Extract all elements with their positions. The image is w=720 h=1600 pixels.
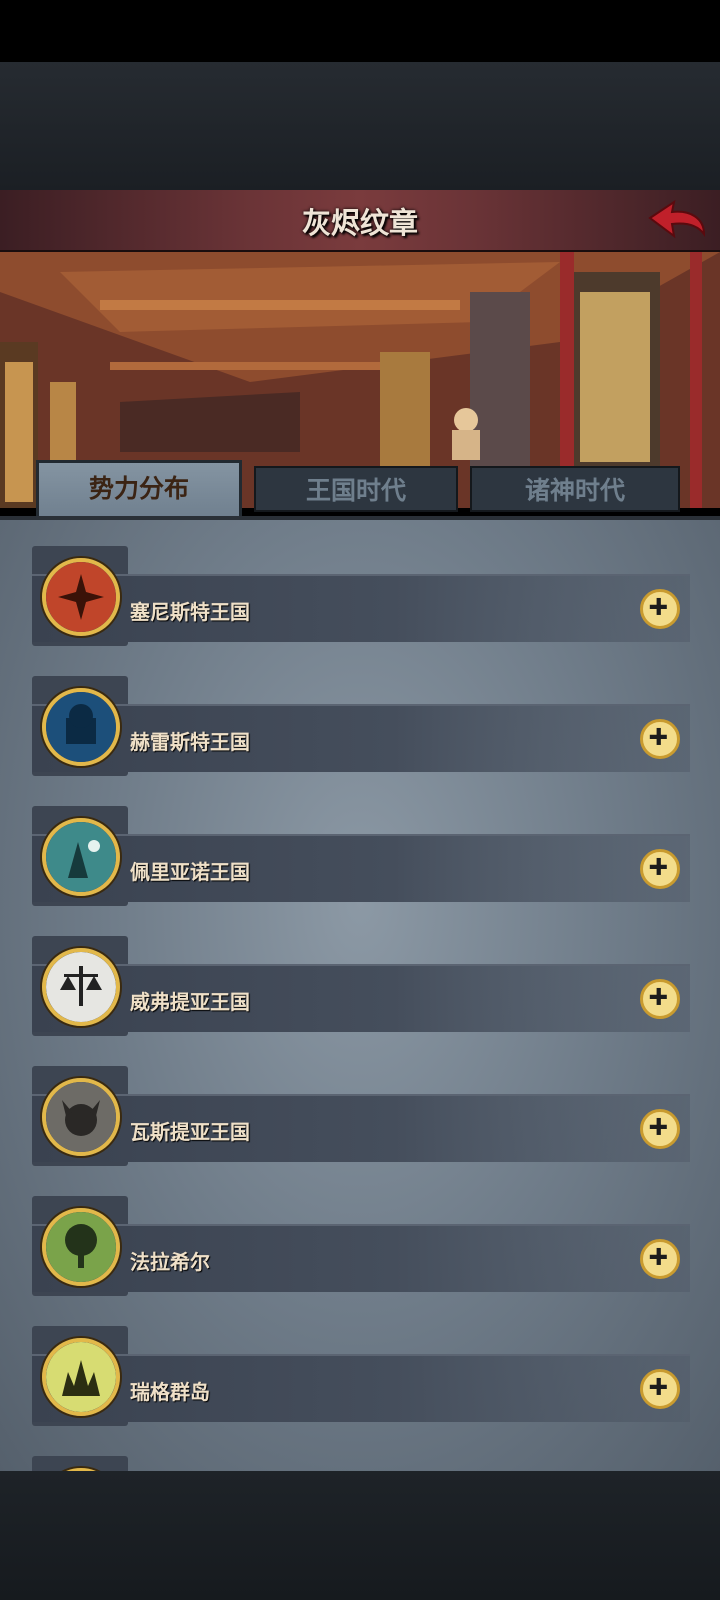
tab-bar: 势力分布 王国时代 诸神时代 (30, 460, 690, 520)
status-bar-area (0, 0, 720, 62)
faction-emblem-icon (42, 1338, 120, 1416)
expand-plus-button[interactable] (640, 589, 680, 629)
list-item[interactable]: 赫雷斯特王国 (30, 676, 690, 776)
tab-gods-era[interactable]: 诸神时代 (470, 466, 680, 512)
expand-plus-button[interactable] (640, 979, 680, 1019)
faction-name: 法拉希尔 (130, 1250, 210, 1274)
list-item[interactable]: 法拉希尔 (30, 1196, 690, 1296)
plus-icon (649, 727, 667, 745)
plus-icon (649, 1377, 667, 1395)
page-title: 灰烬纹章 (301, 206, 418, 240)
faction-name: 佩里亚诺王国 (130, 860, 250, 884)
expand-plus-button[interactable] (640, 849, 680, 889)
faction-emblem-icon (42, 948, 120, 1026)
faction-emblem-icon (42, 818, 120, 896)
faction-name: 瓦斯提亚王国 (130, 1120, 250, 1144)
faction-name: 瑞格群岛 (130, 1380, 210, 1404)
expand-plus-button[interactable] (640, 719, 680, 759)
plus-icon (649, 857, 667, 875)
expand-plus-button[interactable] (640, 1109, 680, 1149)
back-arrow-icon (648, 199, 706, 239)
plus-icon (649, 597, 667, 615)
plus-icon (649, 1247, 667, 1265)
list-item[interactable]: 瓦斯提亚王国 (30, 1066, 690, 1166)
list-item[interactable]: 塞尼斯特王国 (30, 546, 690, 646)
faction-name: 威弗提亚王国 (130, 990, 250, 1014)
plus-icon (649, 987, 667, 1005)
faction-emblem-icon (42, 1078, 120, 1156)
faction-emblem-icon (42, 1208, 120, 1286)
list-item[interactable]: 瑞格群岛 (30, 1326, 690, 1426)
faction-list: 塞尼斯特王国 赫雷斯特王国 佩里亚诺王国 威弗提亚王国 瓦斯提亚王国 法拉希尔 … (0, 516, 720, 1475)
faction-name: 赫雷斯特王国 (130, 730, 250, 754)
expand-plus-button[interactable] (640, 1239, 680, 1279)
tab-faction-distribution[interactable]: 势力分布 (36, 460, 242, 520)
list-item[interactable]: 佩里亚诺王国 (30, 806, 690, 906)
top-dark-area (0, 62, 720, 190)
list-item[interactable]: 威弗提亚王国 (30, 936, 690, 1036)
expand-plus-button[interactable] (640, 1369, 680, 1409)
back-button[interactable] (646, 198, 708, 242)
plus-icon (649, 1117, 667, 1135)
faction-emblem-icon (42, 688, 120, 766)
faction-name: 塞尼斯特王国 (130, 600, 250, 624)
tab-kingdom-era[interactable]: 王国时代 (254, 466, 458, 512)
bottom-dark-area (0, 1471, 720, 1600)
title-bar: 灰烬纹章 (0, 190, 720, 252)
faction-emblem-icon (42, 558, 120, 636)
